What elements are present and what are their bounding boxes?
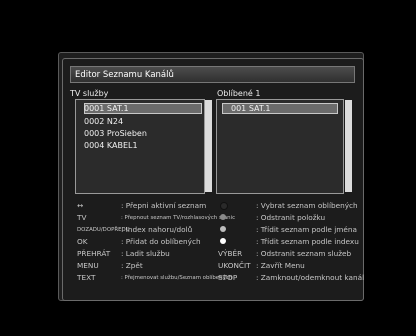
- color-key-dot: [220, 202, 228, 210]
- help-key-text: TEXT: [77, 273, 96, 282]
- left-list-label: TV služby: [70, 89, 109, 98]
- list-item[interactable]: 0002 N24: [84, 116, 123, 127]
- help-desc: : Odstranit seznam služeb: [256, 249, 352, 258]
- help-desc: : Zamknout/odemknout kanál: [256, 273, 365, 282]
- list-item[interactable]: 0001 SAT.1: [84, 103, 129, 114]
- help-key-menu: MENU: [77, 261, 99, 270]
- help-desc: : Třídit seznam podle indexu: [256, 237, 359, 246]
- help-desc: : Ladit službu: [121, 249, 170, 258]
- help-desc: : Zavřít Menu: [256, 261, 305, 270]
- help-key-exit: UKONČIT: [218, 261, 251, 270]
- help-desc: : Odstranit položku: [256, 213, 326, 222]
- color-key-dot: [220, 214, 226, 220]
- help-desc: : Přepnout seznam TV/rozhlasových stanic: [121, 215, 236, 221]
- help-desc: : Přidat do oblíbených: [121, 237, 201, 246]
- list-item[interactable]: 0004 KABEL1: [84, 140, 138, 151]
- left-scrollbar[interactable]: [205, 100, 212, 192]
- help-key-tv: TV: [77, 213, 87, 222]
- tv-services-list[interactable]: 0001 SAT.1 0002 N24 0003 ProSieben 0004 …: [75, 99, 205, 194]
- color-key-dot: [220, 238, 226, 244]
- color-key-dot: [220, 226, 226, 232]
- help-key-ok: OK: [77, 237, 88, 246]
- help-desc: : Přejmenovat službu/Seznam oblíbených: [121, 275, 233, 281]
- window-title: Editor Seznamu Kanálů: [70, 66, 355, 83]
- help-desc: : Třídit seznam podle jména: [256, 225, 357, 234]
- help-desc: : Přepni aktivní seznam: [121, 201, 207, 210]
- help-key-select: VÝBĚR: [218, 249, 243, 258]
- help-desc: : Zpět: [121, 261, 143, 270]
- list-item[interactable]: 001 SAT.1: [231, 103, 270, 114]
- help-key-arrows: ↔: [77, 201, 84, 210]
- favorites-list[interactable]: 001 SAT.1: [216, 99, 344, 194]
- help-desc: : Index nahoru/dolů: [121, 225, 193, 234]
- list-item[interactable]: 0003 ProSieben: [84, 128, 147, 139]
- right-list-label: Oblíbené 1: [217, 89, 261, 98]
- right-scrollbar[interactable]: [345, 100, 352, 192]
- help-key-stop: STOP: [218, 273, 238, 282]
- help-key-play: PŘEHRÁT: [77, 249, 111, 258]
- help-desc: : Vybrat seznam oblíbených: [256, 201, 358, 210]
